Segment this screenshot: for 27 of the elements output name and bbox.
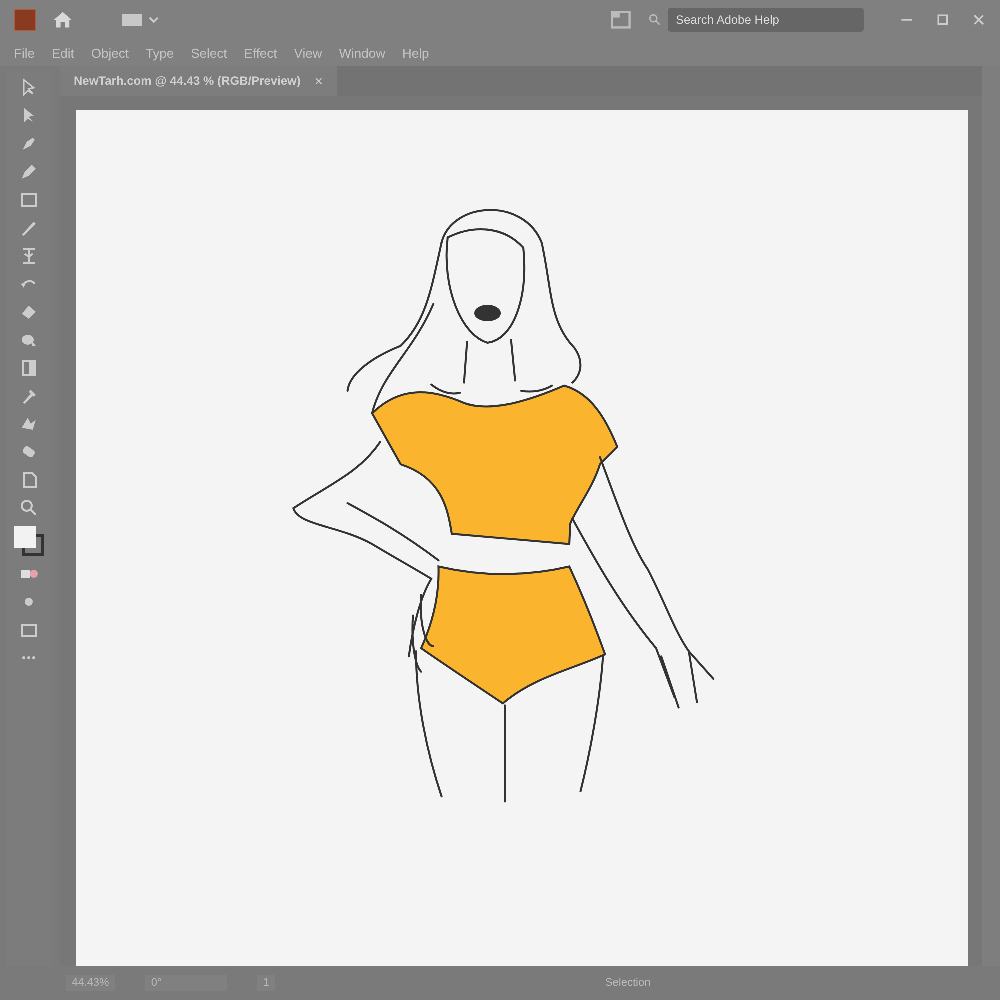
menu-item[interactable]: Window bbox=[339, 46, 386, 60]
menu-item[interactable]: Effect bbox=[244, 46, 278, 60]
tab-title: NewTarh.com @ 44.43 % (RGB/Preview) bbox=[74, 74, 301, 88]
menu-item[interactable]: Edit bbox=[52, 46, 74, 60]
current-tool-label: Selection bbox=[605, 977, 651, 989]
close-icon[interactable] bbox=[972, 13, 986, 27]
panel-icon[interactable] bbox=[610, 9, 632, 31]
menu-item[interactable]: Help bbox=[402, 46, 430, 60]
menu-item[interactable]: Select bbox=[191, 46, 228, 60]
rectangle-icon[interactable] bbox=[19, 190, 39, 210]
maximize-icon[interactable] bbox=[936, 13, 950, 27]
menu-item[interactable]: Object bbox=[91, 46, 129, 60]
rotation-field[interactable]: 0° bbox=[145, 975, 228, 991]
app-logo-icon bbox=[14, 9, 36, 31]
gradient-icon[interactable] bbox=[19, 358, 39, 378]
zoom-field[interactable]: 44.43% bbox=[66, 975, 116, 991]
menu-item[interactable]: File bbox=[14, 46, 35, 60]
menu-item[interactable]: Type bbox=[146, 46, 174, 60]
artboard-field[interactable]: 1 bbox=[257, 975, 276, 991]
search-field[interactable]: Search Adobe Help bbox=[668, 8, 864, 32]
search-icon bbox=[648, 13, 662, 27]
zoom-icon[interactable] bbox=[19, 498, 39, 518]
tab-close-button[interactable]: × bbox=[314, 73, 324, 89]
document-tab[interactable]: NewTarh.com @ 44.43 % (RGB/Preview) × bbox=[60, 66, 338, 96]
menu-item[interactable]: View bbox=[294, 46, 322, 60]
pen-icon[interactable] bbox=[19, 162, 39, 182]
fill-stroke-swatch[interactable] bbox=[14, 526, 44, 556]
